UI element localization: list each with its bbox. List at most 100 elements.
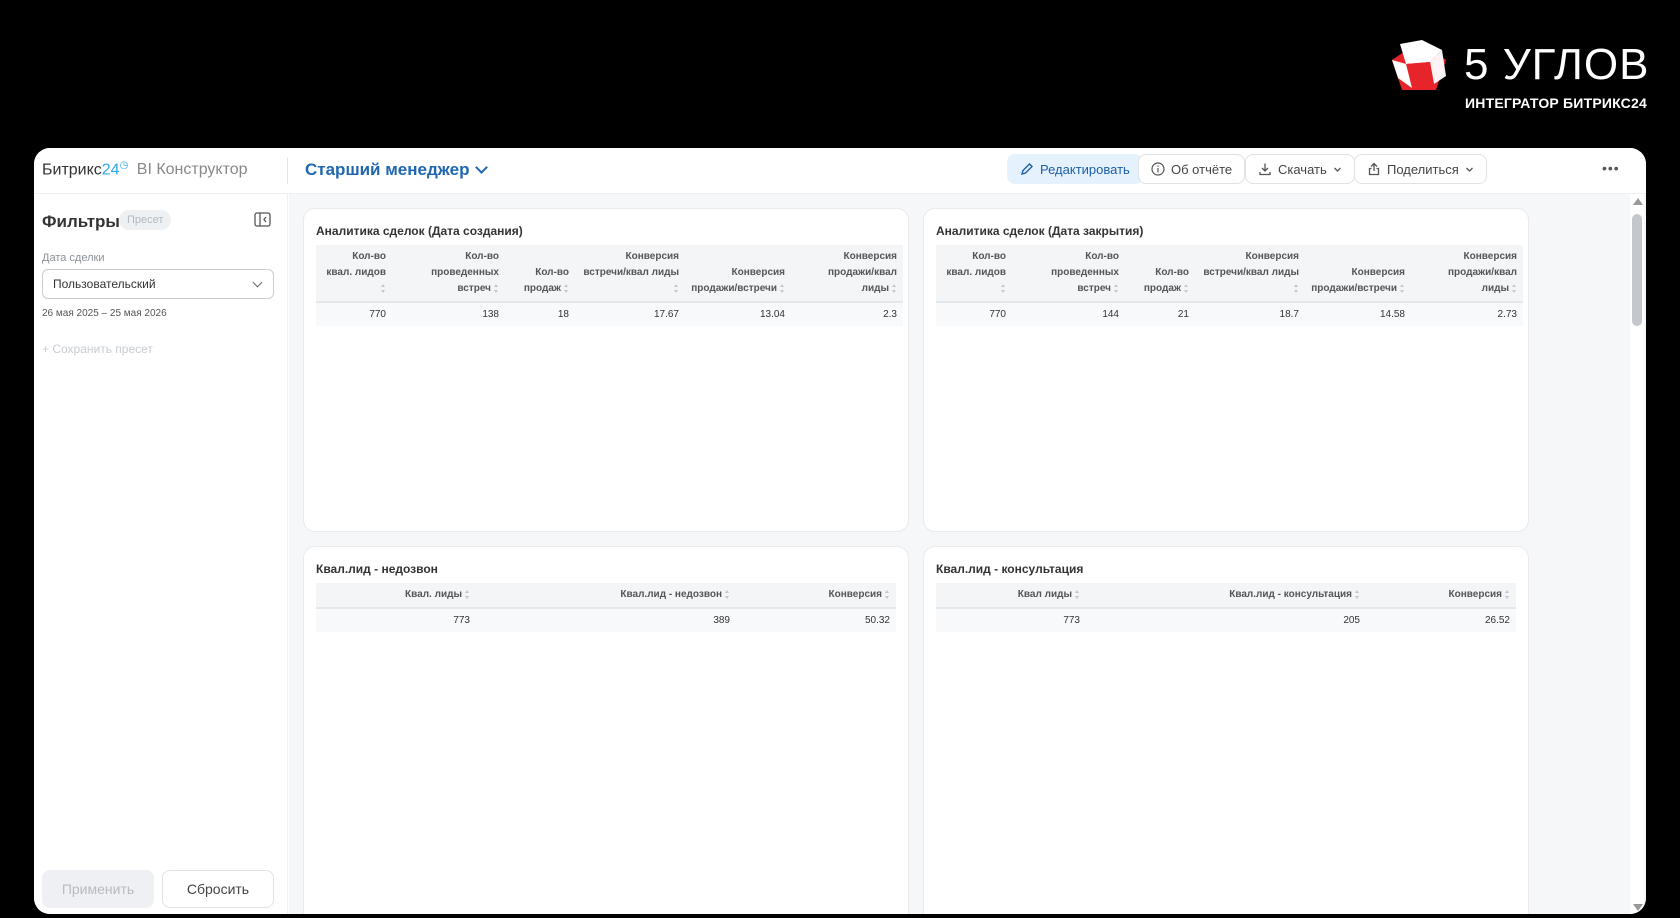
column-header-text: Конверсия — [1245, 251, 1299, 262]
column-header[interactable]: Кол-во квал. лидов — [936, 245, 1012, 302]
column-header-text: лиды — [1481, 283, 1509, 294]
download-button[interactable]: Скачать — [1245, 154, 1355, 184]
column-header-text: продажи/квал — [828, 267, 897, 278]
column-header[interactable]: Конверсия продажи/квал лиды — [1411, 245, 1523, 302]
reset-button[interactable]: Сбросить — [162, 870, 274, 908]
table-cell: 773 — [316, 607, 476, 632]
sort-icon[interactable] — [1505, 589, 1510, 599]
sort-icon[interactable] — [1400, 283, 1405, 293]
scroll-up-arrow-icon[interactable] — [1633, 198, 1643, 205]
column-header[interactable]: Квал.лид - недозвон — [476, 583, 736, 608]
card-title: Квал.лид - консультация — [936, 562, 1084, 576]
sort-icon[interactable] — [1184, 283, 1189, 293]
column-header[interactable]: Конверсия — [736, 583, 896, 608]
sort-icon[interactable] — [892, 283, 897, 293]
column-header-text: проведенных — [431, 267, 499, 278]
pencil-icon — [1020, 163, 1033, 176]
preset-badge[interactable]: Пресет — [119, 210, 172, 230]
app-name-part2: 24 — [101, 161, 120, 179]
scroll-down-arrow-icon[interactable] — [1633, 904, 1643, 911]
save-preset-link[interactable]: + Сохранить пресет — [42, 342, 153, 356]
sort-icon[interactable] — [381, 283, 386, 293]
card-deal-analytics-closed: Аналитика сделок (Дата закрытия) Кол-во кв… — [923, 208, 1529, 532]
column-header-text: продажи/квал — [1448, 267, 1517, 278]
column-header-text: Квал.лид - консультация — [1229, 589, 1352, 600]
column-header[interactable]: Кол-во квал. лидов — [316, 245, 392, 302]
table-cell: 138 — [392, 301, 505, 326]
column-header[interactable]: Конверсия продажи/квал лиды — [791, 245, 903, 302]
about-report-button[interactable]: Об отчёте — [1138, 154, 1246, 184]
vertical-scrollbar[interactable] — [1630, 194, 1644, 914]
column-header-text: продаж — [1143, 283, 1181, 294]
sort-icon[interactable] — [1294, 283, 1299, 293]
column-header[interactable]: Кол-во проведенных встреч — [1012, 245, 1125, 302]
table-cell: 18 — [505, 301, 575, 326]
share-button[interactable]: Поделиться — [1354, 154, 1487, 184]
table-cell: 773 — [936, 607, 1086, 632]
sort-icon[interactable] — [885, 589, 890, 599]
table-header-row: Кол-во квал. лидов Кол-во проведенных встреч… — [936, 245, 1523, 302]
report-title: Старший менеджер — [305, 160, 470, 179]
column-header-text: Конверсия — [843, 251, 897, 262]
card-title: Квал.лид - недозвон — [316, 562, 438, 576]
card-qual-lead-no-answer: Квал.лид - недозвон Квал. лиды Квал.лид - … — [303, 546, 909, 914]
about-label: Об отчёте — [1171, 161, 1233, 177]
sort-icon[interactable] — [1001, 283, 1006, 293]
column-header[interactable]: Конверсия встречи/квал лиды — [1195, 245, 1305, 302]
sort-icon[interactable] — [494, 283, 499, 293]
more-options-icon[interactable]: ••• — [1602, 160, 1620, 176]
sort-icon[interactable] — [465, 589, 470, 599]
data-table: Кол-во квал. лидов Кол-во проведенных встреч… — [316, 245, 903, 326]
column-header[interactable]: Кол-во проведенных встреч — [392, 245, 505, 302]
column-header-text: встречи/квал лиды — [583, 267, 679, 278]
column-header[interactable]: Конверсия — [1366, 583, 1516, 608]
app-module: BI Конструктор — [136, 161, 248, 179]
collapse-sidebar-icon[interactable] — [254, 212, 271, 227]
deal-date-select[interactable]: Пользовательский — [42, 269, 274, 299]
table-cell: 389 — [476, 607, 736, 632]
info-icon — [1151, 162, 1165, 176]
edit-button[interactable]: Редактировать — [1007, 154, 1143, 184]
sort-icon[interactable] — [1512, 283, 1517, 293]
card-title: Аналитика сделок (Дата создания) — [316, 224, 523, 238]
table-cell: 770 — [316, 301, 392, 326]
sort-icon[interactable] — [780, 283, 785, 293]
table-row: 770 144 21 18.7 14.58 2.73 — [936, 301, 1523, 326]
chevron-down-icon — [252, 277, 263, 288]
sort-icon[interactable] — [1114, 283, 1119, 293]
column-header[interactable]: Квал лиды — [936, 583, 1086, 608]
brand-logo-block: 5 УГЛОВ ИНТЕГРАТОР БИТРИКС24 — [1390, 38, 1650, 118]
column-header[interactable]: Конверсия продажи/встречи — [685, 245, 791, 302]
card-title: Аналитика сделок (Дата закрытия) — [936, 224, 1144, 238]
filters-title: Фильтры — [42, 212, 120, 231]
card-deal-analytics-created: Аналитика сделок (Дата создания) Кол-во кв… — [303, 208, 909, 532]
table-cell: 144 — [1012, 301, 1125, 326]
filters-sidebar: Фильтры Пресет Дата сделки Пользовательс… — [34, 194, 288, 914]
column-header-text: встреч — [457, 283, 491, 294]
column-header[interactable]: Конверсия продажи/встречи — [1305, 245, 1411, 302]
column-header[interactable]: Кол-во продаж — [505, 245, 575, 302]
column-header[interactable]: Квал.лид - консультация — [1086, 583, 1366, 608]
column-header-text: лиды — [861, 283, 889, 294]
table-row: 770 138 18 17.67 13.04 2.3 — [316, 301, 903, 326]
sort-icon[interactable] — [725, 589, 730, 599]
sort-icon[interactable] — [1355, 589, 1360, 599]
column-header-text: Кол-во — [1085, 251, 1119, 262]
table-cell: 14.58 — [1305, 301, 1411, 326]
sort-icon[interactable] — [1075, 589, 1080, 599]
table-cell: 2.3 — [791, 301, 903, 326]
column-header[interactable]: Конверсия встречи/квал лиды — [575, 245, 685, 302]
column-header[interactable]: Квал. лиды — [316, 583, 476, 608]
download-label: Скачать — [1278, 161, 1327, 177]
column-header-text: Кол-во — [352, 251, 386, 262]
app-window: Битрикс24◷ BI Конструктор Старший менедж… — [34, 148, 1646, 914]
scroll-thumb[interactable] — [1632, 214, 1642, 326]
column-header[interactable]: Кол-во продаж — [1125, 245, 1195, 302]
sort-icon[interactable] — [564, 283, 569, 293]
table-cell: 17.67 — [575, 301, 685, 326]
apply-button[interactable]: Применить — [42, 870, 154, 908]
sort-icon[interactable] — [674, 283, 679, 293]
report-selector[interactable]: Старший менеджер — [305, 160, 489, 180]
app-title[interactable]: Битрикс24◷ BI Конструктор — [42, 160, 248, 179]
column-header-text: Квал. лиды — [405, 589, 462, 600]
